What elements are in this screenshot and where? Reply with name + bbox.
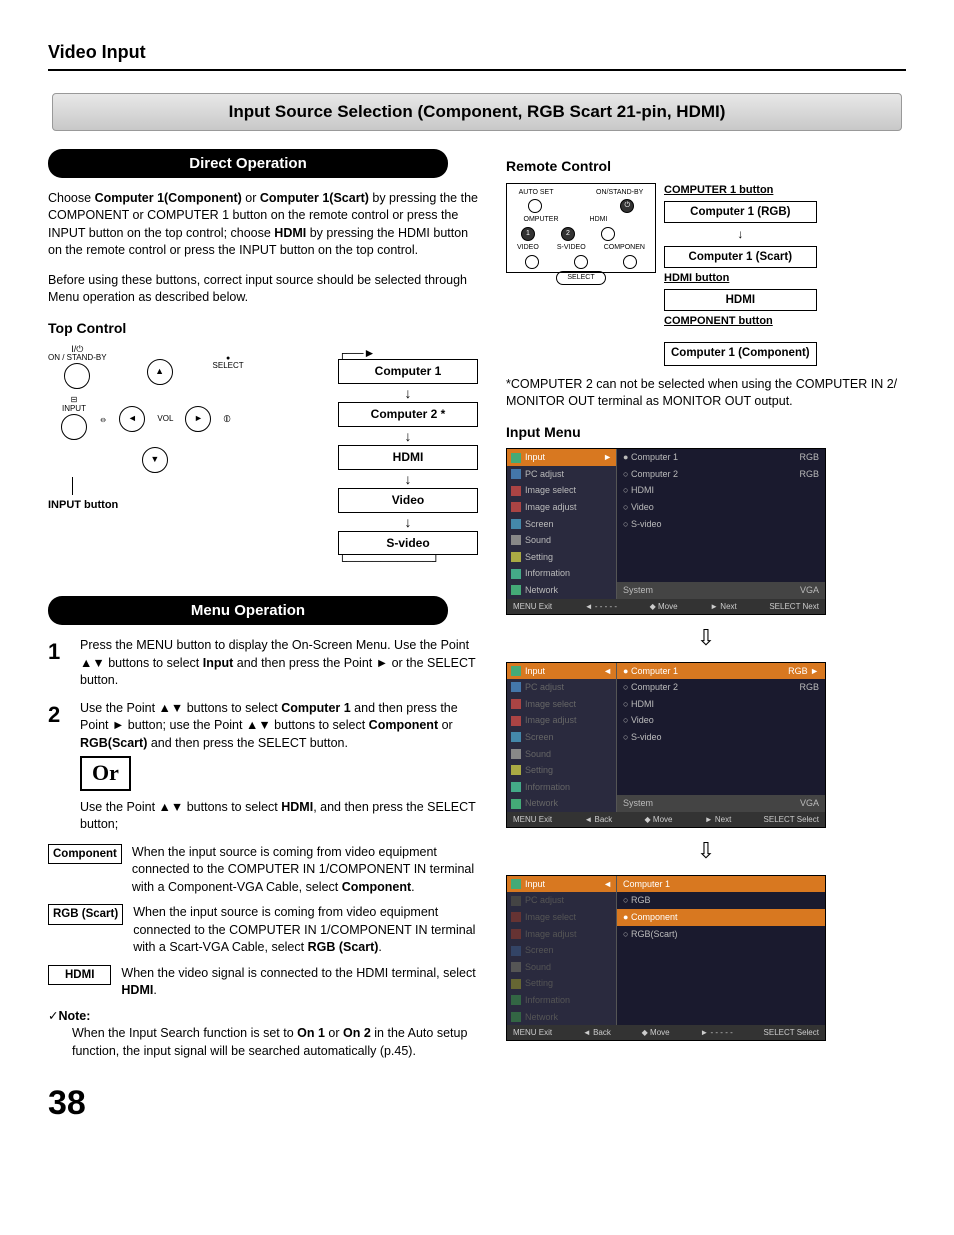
top-control-panel: I/⏻ ON / STAND-BY ▲ ● SELECT ⊟ INPUT bbox=[48, 345, 244, 511]
def-hdmi: HDMI When the video signal is connected … bbox=[48, 965, 478, 1000]
arrow-down-icon: ⇩ bbox=[506, 623, 906, 654]
remote-control-diagram: AUTO SETON/STAND-BY ⏻ OMPUTERHDMI 12 VID… bbox=[506, 183, 906, 366]
step-1: 1 Press the MENU button to display the O… bbox=[48, 637, 478, 690]
menu-operation-title: Menu Operation bbox=[48, 596, 448, 625]
or-box: Or bbox=[80, 756, 131, 791]
section-banner: Input Source Selection (Component, RGB S… bbox=[52, 93, 902, 131]
input-menu-screen-1: Input► PC adjust Image select Image adju… bbox=[506, 448, 826, 615]
top-control-title: Top Control bbox=[48, 319, 478, 339]
direct-operation-p2: Before using these buttons, correct inpu… bbox=[48, 272, 478, 307]
direct-operation-title: Direct Operation bbox=[48, 149, 448, 178]
input-cycle-flow: ┌──► Computer 1 ↓ Computer 2 * ↓ HDMI ↓ … bbox=[338, 345, 478, 571]
def-component: Component When the input source is comin… bbox=[48, 844, 478, 897]
def-rgb-scart: RGB (Scart) When the input source is com… bbox=[48, 904, 478, 957]
input-button-label: INPUT button bbox=[48, 499, 244, 511]
remote-control-title: Remote Control bbox=[506, 157, 906, 177]
page-header: Video Input bbox=[48, 40, 906, 71]
direct-operation-p1: Choose Computer 1(Component) or Computer… bbox=[48, 190, 478, 260]
page-number: 38 bbox=[48, 1080, 906, 1128]
input-menu-screen-3: Input◄ PC adjust Image select Image adju… bbox=[506, 875, 826, 1042]
arrow-down-icon: ⇩ bbox=[506, 836, 906, 867]
step-2: 2 Use the Point ▲▼ buttons to select Com… bbox=[48, 700, 478, 834]
note: ✓Note: When the Input Search function is… bbox=[48, 1008, 478, 1061]
input-menu-title: Input Menu bbox=[506, 423, 906, 443]
input-menu-screen-2: Input◄ PC adjust Image select Image adju… bbox=[506, 662, 826, 829]
remote-footnote: *COMPUTER 2 can not be selected when usi… bbox=[506, 376, 906, 411]
